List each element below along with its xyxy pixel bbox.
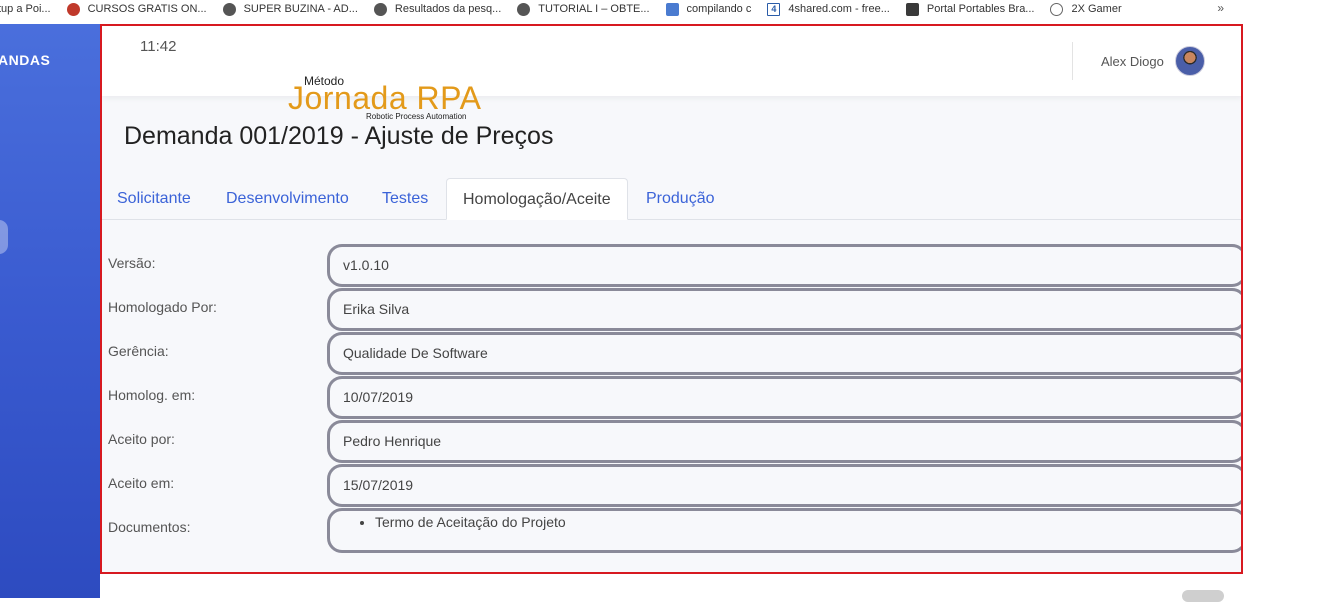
- homologado-por-field[interactable]: Erika Silva: [327, 288, 1241, 331]
- page-title: Demanda 001/2019 - Ajuste de Preços: [124, 122, 554, 150]
- bookmark-item[interactable]: Resultados da pesq...: [373, 2, 502, 16]
- bookmark-label: 2X Gamer: [1071, 3, 1122, 15]
- main-content: 11:42 Alex Diogo Método Jornada RPA Robo…: [100, 24, 1243, 574]
- 4shared-icon: 4: [767, 2, 781, 16]
- portal-icon: [905, 2, 919, 16]
- tab-homologacao-aceite[interactable]: Homologação/Aceite: [446, 178, 628, 220]
- aceito-por-field[interactable]: Pedro Henrique: [327, 420, 1241, 463]
- clock: 11:42: [140, 38, 177, 55]
- bookmarks-bar: tup a Poi... CURSOS GRATIS ON... SUPER B…: [0, 0, 1342, 18]
- red-circle-icon: [66, 2, 80, 16]
- tab-testes[interactable]: Testes: [382, 178, 428, 220]
- documents-list: Termo de Aceitação do Projeto: [375, 514, 1241, 530]
- bookmark-label: CURSOS GRATIS ON...: [87, 3, 207, 15]
- bookmark-item[interactable]: 4 4shared.com - free...: [767, 2, 890, 16]
- tab-solicitante[interactable]: Solicitante: [117, 178, 191, 220]
- bookmark-item[interactable]: SUPER BUZINA - AD...: [222, 2, 358, 16]
- tab-producao[interactable]: Produção: [646, 178, 715, 220]
- field-label: Homolog. em:: [108, 387, 196, 403]
- field-label: Versão:: [108, 255, 156, 271]
- field-label: Aceito em:: [108, 475, 175, 491]
- globe-icon: [222, 2, 236, 16]
- homolog-em-field[interactable]: 10/07/2019: [327, 376, 1241, 419]
- sidebar-toggle[interactable]: [0, 220, 8, 254]
- wordpress-icon: [1050, 2, 1064, 16]
- bookmark-label: compilando c: [686, 3, 752, 15]
- avatar[interactable]: [1175, 46, 1205, 76]
- field-label: Gerência:: [108, 343, 169, 359]
- bookmark-label: TUTORIAL I – OBTE...: [538, 3, 650, 15]
- bookmark-item[interactable]: TUTORIAL I – OBTE...: [517, 2, 650, 16]
- globe-icon: [373, 2, 387, 16]
- bookmarks-overflow-icon[interactable]: »: [1217, 1, 1224, 15]
- logo: Método Jornada RPA Robotic Process Autom…: [288, 72, 498, 124]
- globe-icon: [517, 2, 531, 16]
- sidebar: ANDAS: [0, 24, 100, 598]
- bookmark-item[interactable]: 2X Gamer: [1050, 2, 1122, 16]
- document-link[interactable]: Termo de Aceitação do Projeto: [375, 514, 1241, 530]
- bookmark-item[interactable]: CURSOS GRATIS ON...: [66, 2, 207, 16]
- tab-bar: Solicitante Desenvolvimento Testes Homol…: [102, 178, 1241, 220]
- logo-subtitle: Robotic Process Automation: [366, 112, 467, 121]
- translate-icon: [665, 2, 679, 16]
- field-label: Homologado Por:: [108, 299, 217, 315]
- field-label: Aceito por:: [108, 431, 175, 447]
- topbar-divider: [1072, 42, 1073, 80]
- bookmark-label: SUPER BUZINA - AD...: [243, 3, 358, 15]
- bookmark-label: tup a Poi...: [0, 3, 51, 15]
- scrollbar-thumb[interactable]: [1182, 590, 1224, 602]
- bookmark-item[interactable]: compilando c: [665, 2, 752, 16]
- user-name[interactable]: Alex Diogo: [1101, 54, 1164, 69]
- documentos-field: Termo de Aceitação do Projeto: [327, 508, 1241, 553]
- sidebar-title[interactable]: ANDAS: [0, 52, 50, 68]
- versao-field[interactable]: v1.0.10: [327, 244, 1241, 287]
- field-label: Documentos:: [108, 519, 191, 535]
- aceito-em-field[interactable]: 15/07/2019: [327, 464, 1241, 507]
- bookmark-item[interactable]: Portal Portables Bra...: [905, 2, 1035, 16]
- tab-desenvolvimento[interactable]: Desenvolvimento: [226, 178, 349, 220]
- bookmark-label: Portal Portables Bra...: [926, 3, 1035, 15]
- bookmark-label: Resultados da pesq...: [394, 3, 502, 15]
- bookmark-item[interactable]: tup a Poi...: [0, 3, 51, 15]
- bookmark-label: 4shared.com - free...: [788, 3, 890, 15]
- gerencia-field[interactable]: Qualidade De Software: [327, 332, 1241, 375]
- topbar: 11:42 Alex Diogo: [102, 26, 1241, 96]
